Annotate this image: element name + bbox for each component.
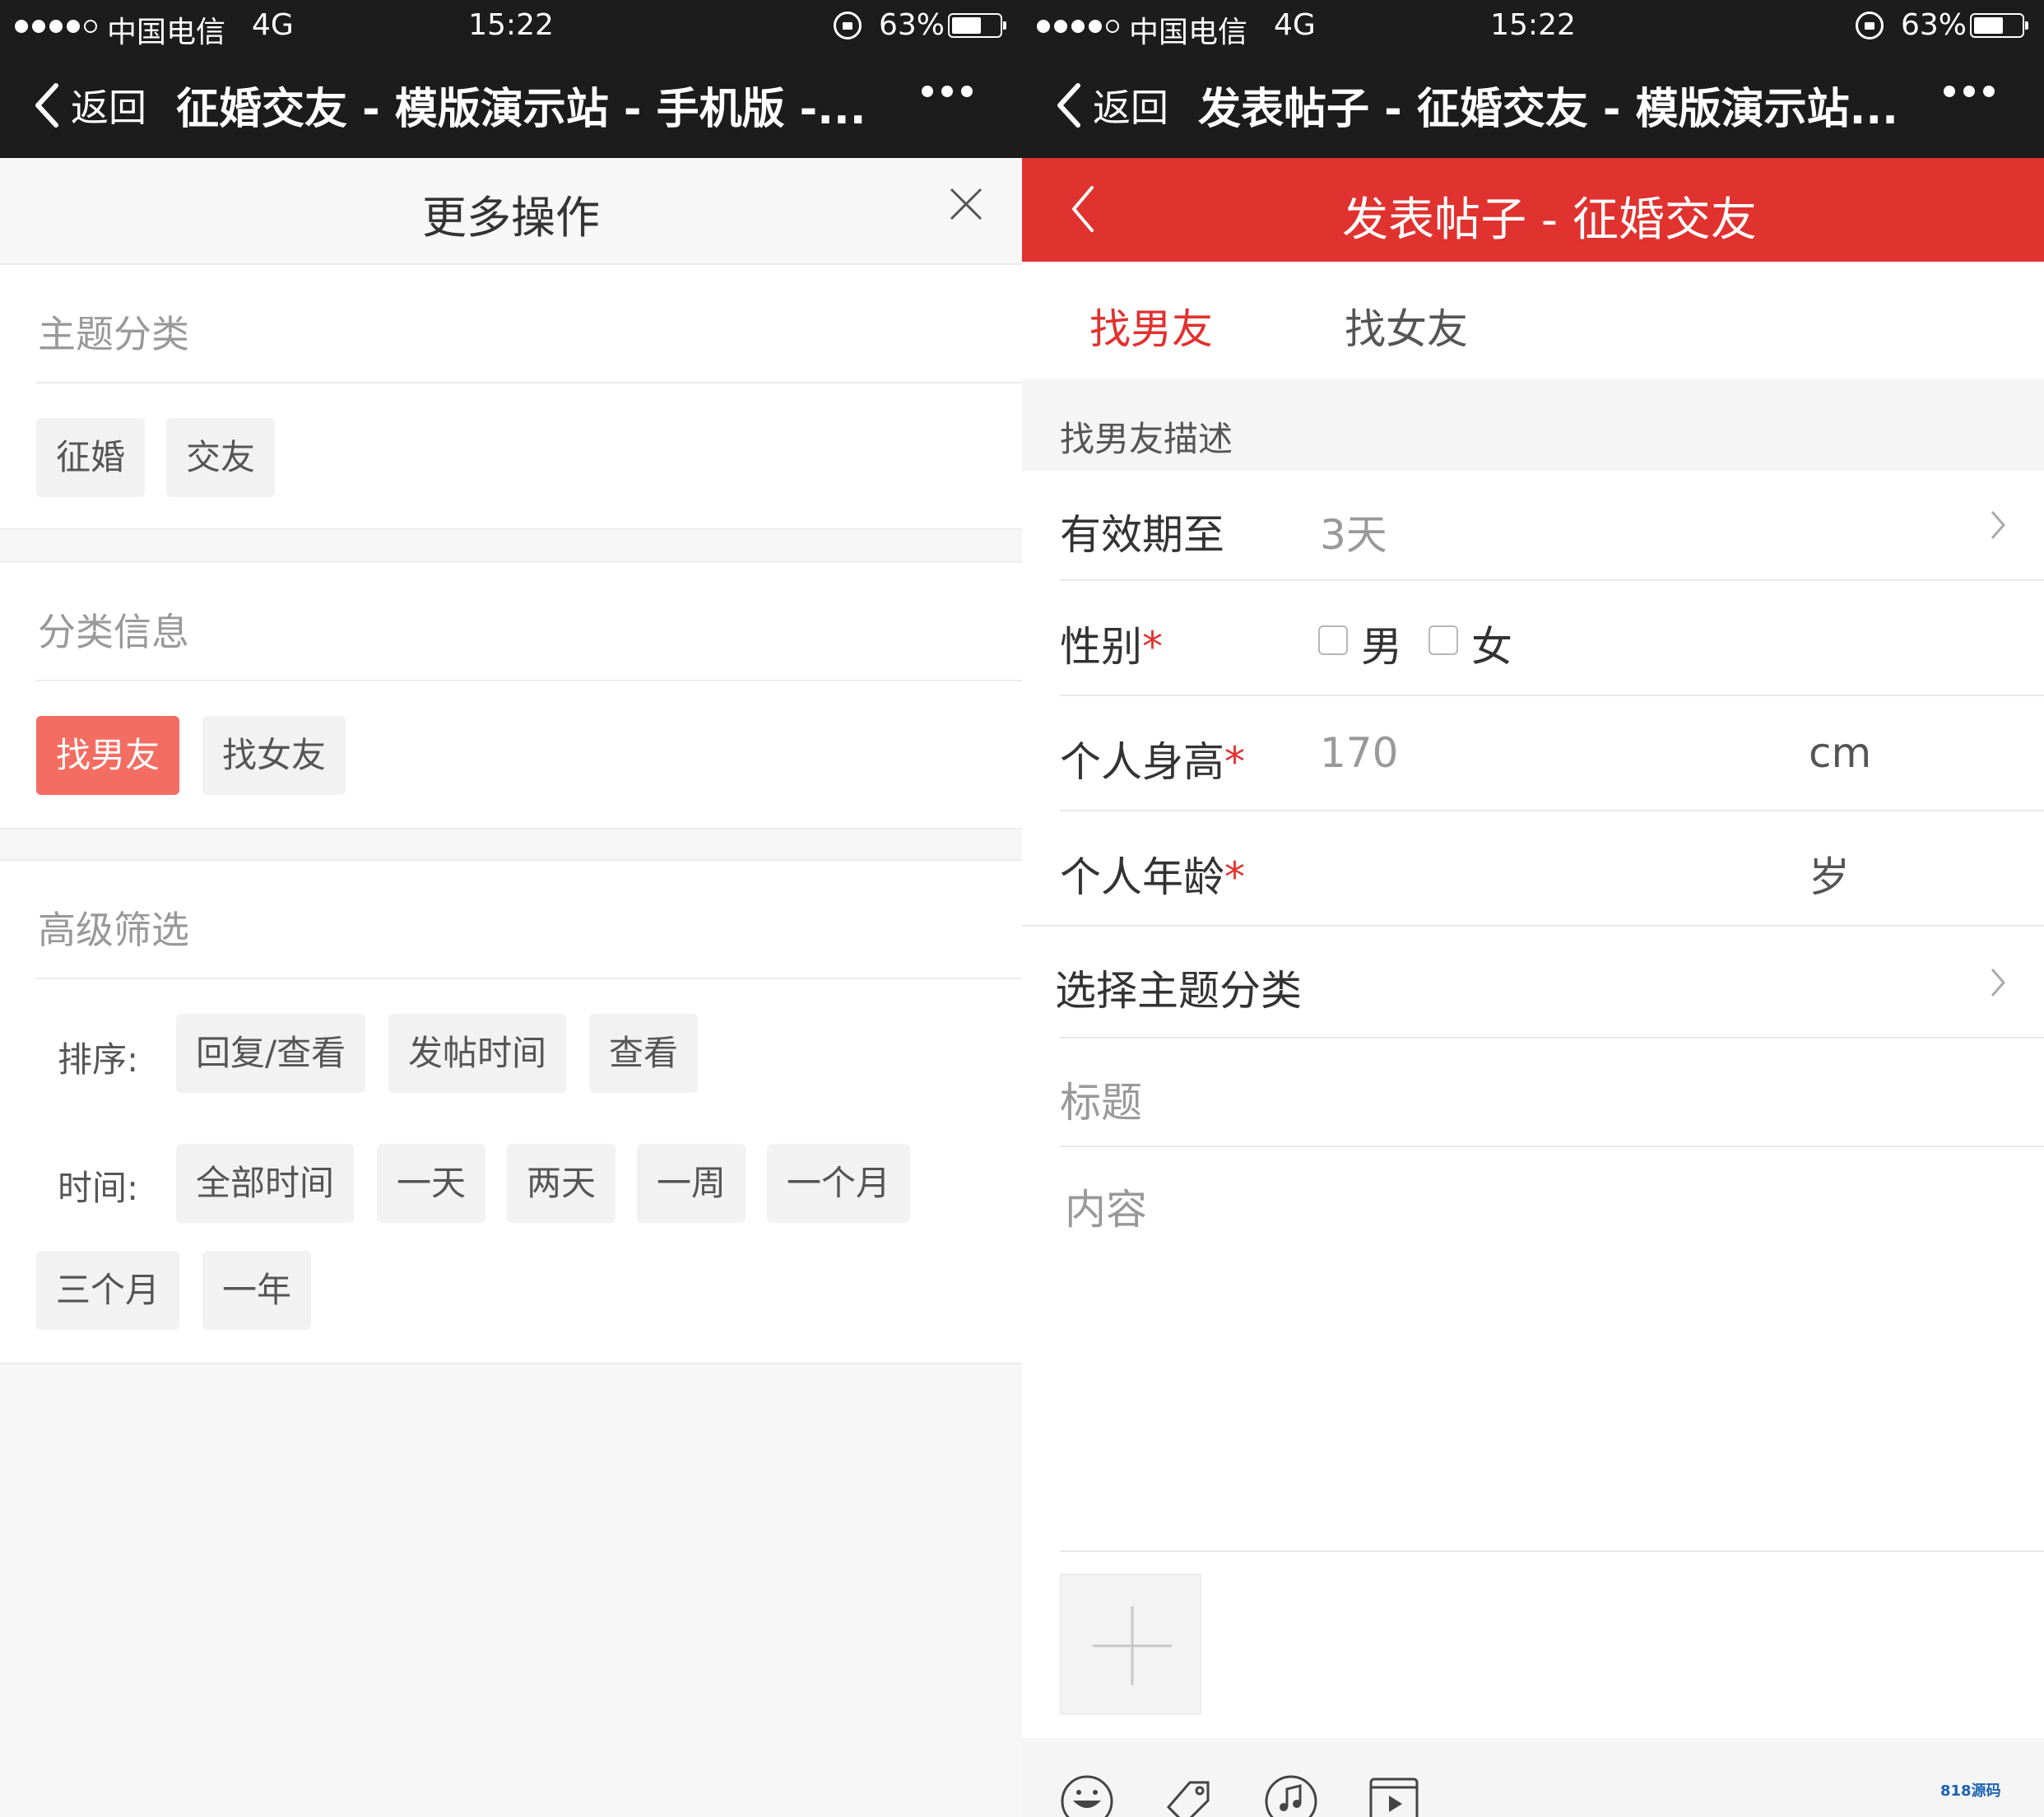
video-icon[interactable] [1368,1774,1422,1817]
height-unit: cm [1809,729,1872,777]
watermark-logo: 818源码 [1940,1782,2001,1800]
battery-percent: 63% [1901,8,1967,42]
content-row[interactable]: 内容 [1022,1147,2044,1552]
rotation-lock-icon [1856,12,1884,40]
section-header: 分类信息 [38,610,189,654]
right-screen: 中国电信 4G 15:22 63% 返回 发表帖子 - 征婚交友 - 模版演示站… [1022,0,2044,1817]
chip-time[interactable]: 一年 [202,1251,312,1330]
chip-time[interactable]: 一个月 [767,1144,911,1223]
sheet-title: 更多操作 [422,192,600,244]
clock: 15:22 [1490,8,1576,42]
gender-female-label: 女 [1471,623,1512,671]
chip-time[interactable]: 全部时间 [176,1144,355,1223]
back-label: 返回 [1093,86,1168,130]
back-button[interactable]: 返回 [1053,77,1168,133]
clock: 15:22 [468,8,554,42]
status-bar: 中国电信 4G 15:22 63% [0,0,1022,53]
age-label: 个人年龄* [1060,853,1245,901]
sort-label: 排序: [58,1039,139,1080]
age-row: 个人年龄* 岁 [1022,811,2044,927]
close-icon[interactable] [948,186,984,222]
description-bar: 找男友描述 [1022,379,2044,471]
section-classification: 分类信息 找男友 找女友 [0,561,1022,830]
chip-sort[interactable]: 回复/查看 [176,1014,366,1093]
gender-row: 性别* 男 女 [1022,581,2044,696]
back-label: 返回 [71,86,146,130]
expiry-value: 3天 [1320,511,1387,559]
chip-time[interactable]: 两天 [507,1144,616,1223]
section-header: 高级筛选 [38,908,189,952]
gender-label: 性别* [1060,623,1163,671]
section-advanced-filter: 高级筛选 排序: 回复/查看 发帖时间 查看 时间: 全部时间 一天 两天 一周… [0,859,1022,1364]
chevron-left-icon [1057,83,1080,128]
chip-category[interactable]: 征婚 [36,418,146,497]
chip-sort[interactable]: 发帖时间 [388,1014,567,1093]
chevron-right-icon [1991,969,2005,997]
age-input[interactable] [1320,844,1781,894]
battery-icon [1970,13,2028,38]
time-label: 时间: [58,1168,139,1208]
wechat-nav-bar: 返回 发表帖子 - 征婚交友 - 模版演示站... [1022,53,2044,158]
height-label: 个人身高* [1060,738,1245,786]
section-header: 主题分类 [38,312,189,356]
tab-find-girlfriend[interactable]: 找女友 [1345,296,1468,356]
expiry-row[interactable]: 有效期至 3天 [1022,471,2044,581]
chip-time[interactable]: 一天 [377,1144,486,1223]
type-tabs: 找男友 找女友 [1022,262,2044,379]
more-icon[interactable] [1944,86,1995,97]
back-button[interactable]: 返回 [31,77,146,133]
gender-female-checkbox[interactable] [1428,625,1458,655]
section-topic-category: 主题分类 征婚 交友 [0,263,1022,530]
description-label: 找男友描述 [1060,419,1233,459]
category-label: 选择主题分类 [1055,967,1302,1015]
chip-find-boyfriend[interactable]: 找男友 [36,716,180,795]
sheet-header: 更多操作 [0,158,1022,263]
tab-find-boyfriend[interactable]: 找男友 [1089,296,1213,356]
page-title: 发表帖子 - 征婚交友 - 模版演示站... [1198,85,1898,134]
height-row: 个人身高* 170 cm [1022,696,2044,811]
editor-toolbar [1022,1738,2044,1817]
more-icon[interactable] [922,86,973,97]
title-row[interactable]: 标题 [1022,1039,2044,1147]
height-input[interactable]: 170 [1320,729,1398,777]
wechat-nav-bar: 返回 征婚交友 - 模版演示站 - 手机版 -... [0,53,1022,158]
chip-time[interactable]: 三个月 [36,1251,180,1330]
battery-percent: 63% [879,8,945,42]
rotation-lock-icon [834,12,862,40]
music-icon[interactable] [1264,1774,1318,1817]
expiry-label: 有效期至 [1060,511,1224,559]
chip-category[interactable]: 交友 [166,418,276,497]
chip-find-girlfriend[interactable]: 找女友 [202,716,346,795]
left-screen: 中国电信 4G 15:22 63% 返回 征婚交友 - 模版演示站 - 手机版 … [0,0,1022,1817]
chip-sort[interactable]: 查看 [589,1014,699,1093]
page-title: 征婚交友 - 模版演示站 - 手机版 -... [176,85,866,134]
post-header: 发表帖子 - 征婚交友 [1022,158,2044,262]
chip-time[interactable]: 一周 [637,1144,746,1223]
gender-male-checkbox[interactable] [1318,625,1348,655]
post-header-title: 发表帖子 - 征婚交友 [1342,193,1757,247]
battery-icon [948,13,1006,38]
status-bar: 中国电信 4G 15:22 63% [1022,0,2044,53]
title-input[interactable]: 标题 [1060,1070,1142,1129]
category-row[interactable]: 选择主题分类 [1022,927,2044,1039]
chevron-right-icon [1991,511,2005,539]
tag-icon[interactable] [1160,1774,1215,1817]
add-image-button[interactable] [1060,1573,1201,1715]
age-unit: 岁 [1809,853,1850,901]
emoji-icon[interactable] [1060,1774,1114,1817]
chevron-left-icon [35,83,58,128]
gender-male-label: 男 [1361,623,1402,671]
content-textarea[interactable]: 内容 [1065,1177,1147,1236]
plus-icon [1093,1606,1172,1685]
